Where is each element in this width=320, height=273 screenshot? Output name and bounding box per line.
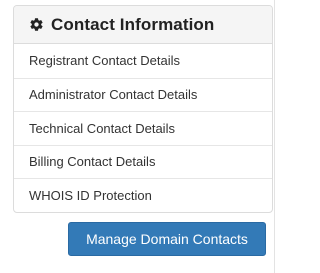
manage-domain-contacts-button[interactable]: Manage Domain Contacts bbox=[68, 222, 266, 256]
list-item-registrant[interactable]: Registrant Contact Details bbox=[14, 44, 272, 78]
panel-title: Contact Information bbox=[51, 14, 215, 34]
contact-list: Registrant Contact Details Administrator… bbox=[14, 44, 272, 212]
panel-header: Contact Information bbox=[14, 6, 272, 44]
contact-information-panel: Contact Information Registrant Contact D… bbox=[13, 5, 273, 213]
column-divider bbox=[274, 0, 275, 273]
list-item-technical[interactable]: Technical Contact Details bbox=[14, 111, 272, 145]
list-item-billing[interactable]: Billing Contact Details bbox=[14, 144, 272, 179]
gear-icon bbox=[29, 17, 44, 32]
list-item-administrator[interactable]: Administrator Contact Details bbox=[14, 77, 272, 112]
list-item-whois-protection[interactable]: WHOIS ID Protection bbox=[14, 178, 272, 212]
page: Contact Information Registrant Contact D… bbox=[0, 0, 316, 273]
